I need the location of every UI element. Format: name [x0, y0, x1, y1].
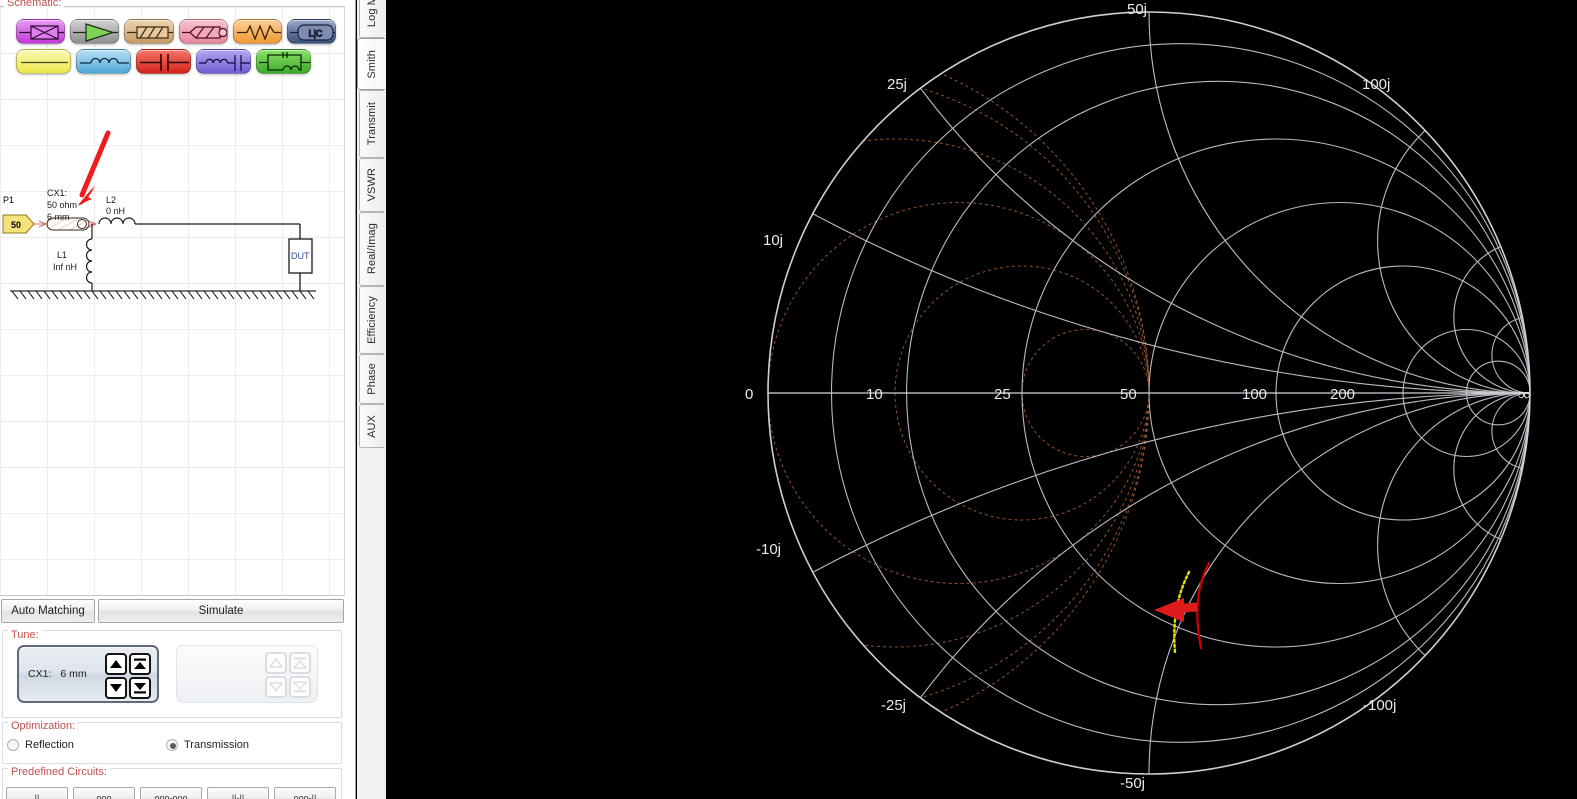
- smith-chart-panel[interactable]: 0 10 25 50 100 200 ∞ 10j 25j 50j 100j -1…: [387, 0, 1577, 799]
- tab-efficiency[interactable]: Efficiency: [359, 286, 384, 354]
- tick-x-10j: 10j: [763, 232, 783, 249]
- application-window: Schematic: L|C P1 50 CX1: 50 ohm 6 mm L2…: [0, 0, 1577, 799]
- tune-group-label: Tune:: [8, 629, 42, 641]
- tune-slot-cx1[interactable]: CX1: 6 mm: [17, 645, 159, 703]
- optimization-group-label: Optimization:: [8, 720, 79, 732]
- schematic-canvas[interactable]: L|C P1 50 CX1: 50 ohm 6 mm L2 0 nH L1 In…: [0, 6, 345, 596]
- tune-slot-1-value: 6 mm: [60, 668, 87, 680]
- impedance-grid: [768, 12, 1530, 774]
- tab-label-log-mag: Log M: [366, 0, 378, 28]
- tab-vswr[interactable]: VSWR: [359, 158, 384, 212]
- tab-aux[interactable]: AUX: [359, 404, 384, 448]
- tab-label-aux: AUX: [366, 414, 378, 438]
- radio-label-reflection: Reflection: [25, 739, 74, 751]
- tab-transmit[interactable]: Transmit: [359, 90, 384, 158]
- action-button-row: Auto Matching Simulate: [0, 598, 345, 624]
- tab-log-mag[interactable]: Log M: [359, 0, 384, 38]
- down-to-min-icon-disabled: [289, 676, 311, 698]
- tick-x-25j: 25j: [887, 76, 907, 93]
- predefined-circuits-group-label: Predefined Circuits:: [8, 766, 110, 778]
- tick-x-100j: 100j: [1362, 76, 1390, 93]
- cx1-impedance: 50 ohm: [47, 200, 77, 210]
- tick-r-0: 0: [745, 386, 753, 403]
- radio-label-transmission: Transmission: [184, 739, 249, 751]
- smith-chart[interactable]: 0 10 25 50 100 200 ∞ 10j 25j 50j 100j -1…: [387, 0, 1577, 799]
- tab-label-transmit: Transmit: [366, 102, 378, 146]
- up-to-max-icon[interactable]: [129, 653, 151, 675]
- tune-group: CX1: 6 mm: [2, 630, 342, 718]
- down-to-min-icon[interactable]: [129, 677, 151, 699]
- chart-tab-strip: Log M Smith Transmit VSWR Real/Imag Effi…: [357, 0, 386, 799]
- tick-x-50j: 50j: [1127, 1, 1147, 18]
- radio-reflection[interactable]: Reflection: [7, 739, 74, 751]
- predefined-circuit-button-3[interactable]: ooo-ooo: [140, 787, 202, 799]
- dut-label: DUT: [291, 251, 310, 261]
- down-arrow-icon[interactable]: [105, 677, 127, 699]
- radio-circle-transmission[interactable]: [166, 739, 178, 751]
- tune-slot-empty[interactable]: [176, 645, 318, 703]
- svg-text:50: 50: [11, 220, 21, 230]
- simulate-button[interactable]: Simulate: [98, 599, 344, 623]
- auto-matching-button[interactable]: Auto Matching: [1, 599, 95, 623]
- radio-circle-reflection[interactable]: [7, 739, 19, 751]
- l2-value: 0 nH: [106, 206, 125, 216]
- tick-x-neg100j: -100j: [1363, 697, 1396, 714]
- down-arrow-icon-disabled: [265, 676, 287, 698]
- circuit-diagram[interactable]: P1 50 CX1: 50 ohm 6 mm L2 0 nH L1 Inf nH…: [0, 7, 345, 596]
- tick-x-neg25j: -25j: [881, 697, 906, 714]
- tick-r-25: 25: [994, 386, 1011, 403]
- l1-ref: L1: [57, 250, 67, 260]
- trace-red[interactable]: [1196, 561, 1211, 650]
- tune-spinner-2: [265, 652, 311, 698]
- port-label: P1: [3, 195, 14, 205]
- tab-label-vswr: VSWR: [366, 168, 378, 202]
- up-arrow-icon-disabled: [265, 652, 287, 674]
- tick-r-inf: ∞: [1518, 385, 1530, 404]
- tick-x-neg10j: -10j: [756, 541, 781, 558]
- tune-slot-1-label: CX1:: [28, 668, 52, 680]
- left-control-panel: Schematic: L|C P1 50 CX1: 50 ohm 6 mm L2…: [0, 0, 356, 799]
- tick-r-10: 10: [866, 386, 883, 403]
- up-arrow-icon[interactable]: [105, 653, 127, 675]
- schematic-group-label: Schematic:: [4, 0, 65, 9]
- tick-r-50: 50: [1120, 386, 1137, 403]
- tick-r-100: 100: [1242, 386, 1267, 403]
- tab-label-real-imag: Real/Imag: [366, 223, 378, 275]
- tab-label-smith: Smith: [365, 49, 378, 79]
- tune-spinner-1: [105, 653, 151, 699]
- tick-x-neg50j: -50j: [1120, 775, 1145, 792]
- l2-ref: L2: [106, 195, 116, 205]
- tab-real-imag[interactable]: Real/Imag: [359, 212, 384, 286]
- predefined-circuit-button-1[interactable]: ||: [6, 787, 68, 799]
- cx1-ref: CX1:: [47, 188, 67, 198]
- radio-transmission[interactable]: Transmission: [166, 739, 249, 751]
- tab-label-phase: Phase: [366, 363, 378, 395]
- tab-label-efficiency: Efficiency: [366, 296, 378, 344]
- annotation-arrow-schematic: [78, 130, 111, 206]
- tab-phase[interactable]: Phase: [359, 354, 384, 404]
- up-to-max-icon-disabled: [289, 652, 311, 674]
- predefined-circuit-button-2[interactable]: ooo: [73, 787, 135, 799]
- predefined-circuit-button-4[interactable]: ||-||: [207, 787, 269, 799]
- predefined-circuits-row: || ooo ooo-ooo ||-|| ooo-||: [6, 787, 336, 799]
- l1-value: Inf nH: [53, 262, 77, 272]
- tab-smith[interactable]: Smith: [357, 38, 385, 90]
- predefined-circuit-button-5[interactable]: ooo-||: [274, 787, 336, 799]
- tick-r-200: 200: [1330, 386, 1355, 403]
